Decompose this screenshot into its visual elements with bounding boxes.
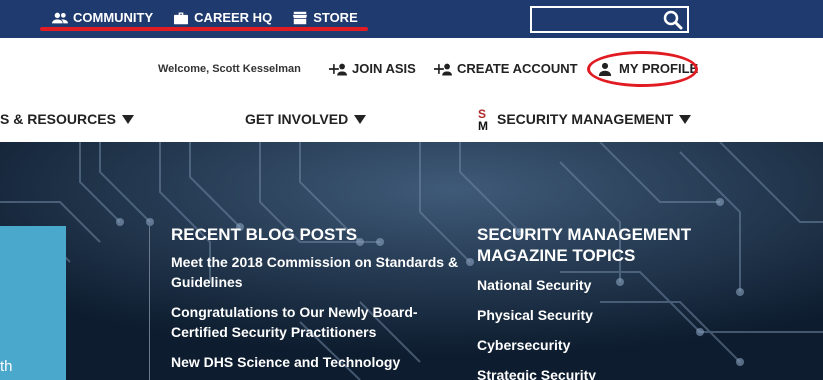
nav-resources[interactable]: S & RESOURCES <box>0 111 134 127</box>
topics-heading: SECURITY MANAGEMENT MAGAZINE TOPICS <box>477 225 692 265</box>
nav-store[interactable]: STORE <box>292 10 358 25</box>
promo-panel[interactable]: th <box>0 226 66 380</box>
join-asis-label: JOIN ASIS <box>352 61 416 76</box>
create-account-label: CREATE ACCOUNT <box>457 61 578 76</box>
add-person-icon <box>329 63 347 76</box>
sm-logo-m: M <box>478 119 488 133</box>
topic-link[interactable]: Physical Security <box>477 305 777 325</box>
annotation-circle <box>587 51 698 87</box>
caret-down-icon <box>679 114 692 124</box>
blog-post-link[interactable]: Congratulations to Our Newly Board-Certi… <box>171 302 461 342</box>
nav-career-hq[interactable]: CAREER HQ <box>173 10 272 25</box>
blog-post-link[interactable]: New DHS Science and Technology <box>171 352 461 372</box>
main-nav: S & RESOURCES GET INVOLVED SECURITY MANA… <box>0 111 823 133</box>
caret-down-icon <box>354 114 367 124</box>
nav-store-label: STORE <box>313 10 358 25</box>
people-icon <box>52 12 68 23</box>
search-icon[interactable] <box>663 10 683 30</box>
nav-get-involved-label: GET INVOLVED <box>245 111 349 127</box>
welcome-text: Welcome, Scott Kesselman <box>158 63 301 75</box>
annotation-underline <box>40 27 368 31</box>
search-box[interactable] <box>530 6 689 33</box>
sm-logo: S M <box>478 108 492 134</box>
hero-section: th RECENT BLOG POSTS Meet the 2018 Commi… <box>0 142 823 380</box>
promo-panel-text: th <box>0 358 13 375</box>
nav-community[interactable]: COMMUNITY <box>52 10 153 25</box>
nav-security-management-label: SECURITY MANAGEMENT <box>497 111 674 127</box>
recent-blog-posts: RECENT BLOG POSTS Meet the 2018 Commissi… <box>171 224 461 372</box>
blog-heading: RECENT BLOG POSTS <box>171 225 358 244</box>
briefcase-icon <box>174 12 189 24</box>
nav-get-involved[interactable]: GET INVOLVED <box>245 111 367 127</box>
utility-row: Welcome, Scott Kesselman JOIN ASIS CREAT… <box>0 60 823 82</box>
topic-link[interactable]: Strategic Security <box>477 365 777 380</box>
caret-down-icon <box>121 114 134 124</box>
top-bar: COMMUNITY CAREER HQ STORE <box>0 0 823 38</box>
column-divider <box>149 226 150 380</box>
topic-link[interactable]: National Security <box>477 275 777 295</box>
topic-link[interactable]: Cybersecurity <box>477 335 777 355</box>
nav-resources-label: S & RESOURCES <box>0 111 116 127</box>
nav-security-management[interactable]: SECURITY MANAGEMENT <box>478 111 692 127</box>
create-account-link[interactable]: CREATE ACCOUNT <box>434 61 578 76</box>
join-asis-link[interactable]: JOIN ASIS <box>329 61 416 76</box>
store-icon <box>293 11 308 24</box>
search-input[interactable] <box>534 10 662 29</box>
add-person-icon <box>434 63 452 76</box>
magazine-topics: SECURITY MANAGEMENT MAGAZINE TOPICS Nati… <box>477 224 777 380</box>
top-nav: COMMUNITY CAREER HQ STORE <box>52 10 358 25</box>
nav-career-hq-label: CAREER HQ <box>194 10 273 25</box>
nav-community-label: COMMUNITY <box>73 10 154 25</box>
blog-post-link[interactable]: Meet the 2018 Commission on Standards & … <box>171 252 461 292</box>
